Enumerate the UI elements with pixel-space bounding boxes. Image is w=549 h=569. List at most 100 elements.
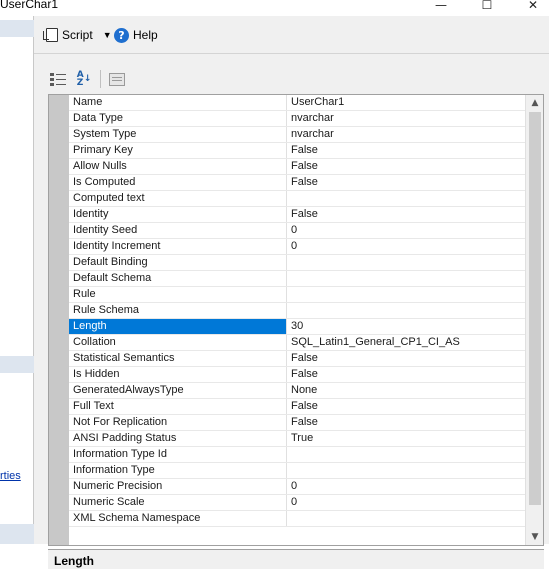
- property-name[interactable]: Default Binding: [69, 255, 287, 270]
- properties-link[interactable]: rties: [0, 470, 21, 482]
- property-name[interactable]: Collation: [69, 335, 287, 350]
- property-name[interactable]: Primary Key: [69, 143, 287, 158]
- property-name[interactable]: Identity: [69, 207, 287, 222]
- scroll-down-icon[interactable]: ▼: [526, 529, 543, 545]
- property-row[interactable]: Length 30: [69, 319, 526, 335]
- property-row[interactable]: Statistical Semantics False: [69, 351, 526, 367]
- property-row[interactable]: Name UserChar1: [69, 95, 526, 111]
- property-row[interactable]: Information Type Id: [69, 447, 526, 463]
- maximize-button[interactable]: ☐: [464, 0, 510, 16]
- property-name[interactable]: Name: [69, 95, 287, 110]
- property-value[interactable]: False: [287, 207, 526, 222]
- property-name[interactable]: XML Schema Namespace: [69, 511, 287, 526]
- close-button[interactable]: ✕: [510, 0, 549, 16]
- property-value[interactable]: 30: [287, 319, 526, 334]
- property-value[interactable]: False: [287, 351, 526, 366]
- property-value[interactable]: None: [287, 383, 526, 398]
- property-name[interactable]: Default Schema: [69, 271, 287, 286]
- property-row[interactable]: Numeric Scale 0: [69, 495, 526, 511]
- property-value[interactable]: False: [287, 367, 526, 382]
- property-row[interactable]: Numeric Precision 0: [69, 479, 526, 495]
- property-value[interactable]: 0: [287, 479, 526, 494]
- property-name[interactable]: ANSI Padding Status: [69, 431, 287, 446]
- property-row[interactable]: Allow Nulls False: [69, 159, 526, 175]
- right-pane: Script ▼ ? Help A Z ↓ Name UserChar1 Data Ty…: [34, 16, 549, 569]
- property-row[interactable]: System Type nvarchar: [69, 127, 526, 143]
- property-name[interactable]: Statistical Semantics: [69, 351, 287, 366]
- property-value[interactable]: False: [287, 175, 526, 190]
- property-value[interactable]: 0: [287, 495, 526, 510]
- property-value[interactable]: [287, 191, 526, 206]
- property-row[interactable]: Primary Key False: [69, 143, 526, 159]
- property-value[interactable]: 0: [287, 223, 526, 238]
- property-row[interactable]: Collation SQL_Latin1_General_CP1_CI_AS: [69, 335, 526, 351]
- property-name[interactable]: Is Computed: [69, 175, 287, 190]
- property-row[interactable]: Rule Schema: [69, 303, 526, 319]
- property-row[interactable]: Identity Seed 0: [69, 223, 526, 239]
- property-name[interactable]: Is Hidden: [69, 367, 287, 382]
- property-row[interactable]: Is Hidden False: [69, 367, 526, 383]
- property-name[interactable]: Computed text: [69, 191, 287, 206]
- property-value[interactable]: [287, 287, 526, 302]
- property-row[interactable]: GeneratedAlwaysType None: [69, 383, 526, 399]
- property-row[interactable]: Identity Increment 0: [69, 239, 526, 255]
- property-name[interactable]: Data Type: [69, 111, 287, 126]
- minimize-button[interactable]: —: [418, 0, 464, 16]
- alphabetical-button[interactable]: A Z ↓: [74, 69, 94, 89]
- scrollbar-thumb[interactable]: [529, 112, 541, 505]
- script-button[interactable]: Script ▼: [43, 26, 112, 44]
- property-name[interactable]: Length: [69, 319, 287, 334]
- vertical-scrollbar[interactable]: ▲ ▼: [525, 95, 543, 545]
- chevron-down-icon[interactable]: ▼: [103, 30, 112, 40]
- property-row[interactable]: Not For Replication False: [69, 415, 526, 431]
- help-button[interactable]: ? Help: [114, 26, 158, 44]
- property-value[interactable]: False: [287, 159, 526, 174]
- description-panel: Length: [48, 549, 544, 569]
- property-name[interactable]: Identity Increment: [69, 239, 287, 254]
- property-row[interactable]: Full Text False: [69, 399, 526, 415]
- categorized-button[interactable]: [48, 69, 68, 89]
- property-name[interactable]: Rule Schema: [69, 303, 287, 318]
- scroll-up-icon[interactable]: ▲: [526, 95, 543, 111]
- property-name[interactable]: Information Type: [69, 463, 287, 478]
- script-label: Script: [62, 28, 93, 42]
- property-row[interactable]: Default Binding: [69, 255, 526, 271]
- property-value[interactable]: nvarchar: [287, 111, 526, 126]
- property-value[interactable]: SQL_Latin1_General_CP1_CI_AS: [287, 335, 526, 350]
- property-name[interactable]: Full Text: [69, 399, 287, 414]
- property-value[interactable]: [287, 447, 526, 462]
- property-value[interactable]: [287, 303, 526, 318]
- description-title: Length: [54, 554, 94, 568]
- property-row[interactable]: Data Type nvarchar: [69, 111, 526, 127]
- property-name[interactable]: Not For Replication: [69, 415, 287, 430]
- property-row[interactable]: Information Type: [69, 463, 526, 479]
- property-row[interactable]: Computed text: [69, 191, 526, 207]
- property-name[interactable]: GeneratedAlwaysType: [69, 383, 287, 398]
- property-name[interactable]: Identity Seed: [69, 223, 287, 238]
- property-row[interactable]: Rule: [69, 287, 526, 303]
- property-value[interactable]: False: [287, 143, 526, 158]
- property-value[interactable]: [287, 255, 526, 270]
- property-pages-button[interactable]: [107, 69, 127, 89]
- property-row[interactable]: XML Schema Namespace: [69, 511, 526, 527]
- property-row[interactable]: ANSI Padding Status True: [69, 431, 526, 447]
- property-row[interactable]: Is Computed False: [69, 175, 526, 191]
- property-value[interactable]: nvarchar: [287, 127, 526, 142]
- property-value[interactable]: 0: [287, 239, 526, 254]
- property-name[interactable]: Numeric Precision: [69, 479, 287, 494]
- property-name[interactable]: Information Type Id: [69, 447, 287, 462]
- property-value[interactable]: True: [287, 431, 526, 446]
- property-name[interactable]: Rule: [69, 287, 287, 302]
- property-name[interactable]: Allow Nulls: [69, 159, 287, 174]
- property-value[interactable]: [287, 511, 526, 526]
- property-value[interactable]: UserChar1: [287, 95, 526, 110]
- property-value[interactable]: False: [287, 399, 526, 414]
- property-row[interactable]: Identity False: [69, 207, 526, 223]
- property-row[interactable]: Default Schema: [69, 271, 526, 287]
- property-name[interactable]: Numeric Scale: [69, 495, 287, 510]
- property-value[interactable]: False: [287, 415, 526, 430]
- property-value[interactable]: [287, 463, 526, 478]
- property-name[interactable]: System Type: [69, 127, 287, 142]
- property-value[interactable]: [287, 271, 526, 286]
- main-toolbar: Script ▼ ? Help: [34, 16, 549, 54]
